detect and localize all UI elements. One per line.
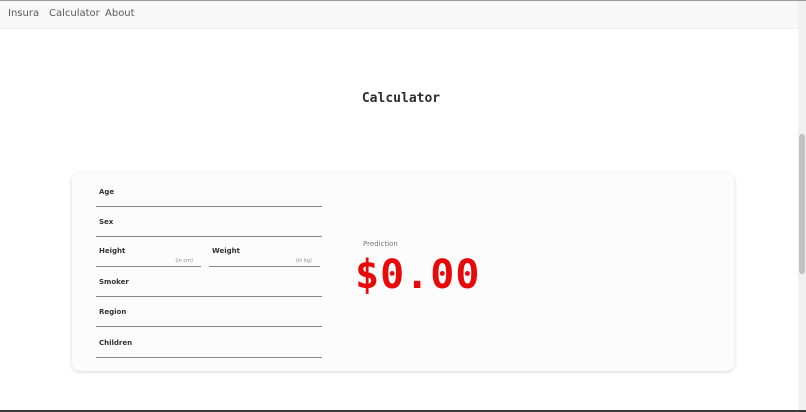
height-field[interactable]: Height (in cm) xyxy=(96,237,201,267)
smoker-field[interactable]: Smoker xyxy=(96,267,322,297)
page-scrollbar[interactable] xyxy=(798,1,806,410)
region-label: Region xyxy=(99,308,127,316)
page-title: Calculator xyxy=(361,91,441,106)
weight-label: Weight xyxy=(212,247,240,255)
region-field[interactable]: Region xyxy=(96,297,322,327)
nav-brand[interactable]: Insura xyxy=(8,8,39,19)
scrollbar-thumb[interactable] xyxy=(799,134,805,274)
navbar: Insura Calculator About xyxy=(0,1,798,29)
sex-label: Sex xyxy=(99,218,114,226)
height-label: Height xyxy=(99,247,126,255)
children-label: Children xyxy=(99,339,133,347)
prediction-value: $0.00 xyxy=(355,252,481,298)
prediction-label: Prediction xyxy=(363,240,398,248)
age-field[interactable]: Age xyxy=(96,177,322,207)
weight-unit-hint: (in kg) xyxy=(295,258,312,264)
nav-item-about[interactable]: About xyxy=(105,8,135,19)
height-unit-hint: (in cm) xyxy=(175,258,193,264)
children-field[interactable]: Children xyxy=(96,328,322,358)
weight-field[interactable]: Weight (in kg) xyxy=(209,237,320,267)
smoker-label: Smoker xyxy=(99,278,129,286)
age-label: Age xyxy=(99,188,115,196)
calculator-card: Age Sex Height (in cm) Weight (in kg) Sm… xyxy=(72,173,734,371)
nav-item-calculator[interactable]: Calculator xyxy=(49,8,100,19)
sex-field[interactable]: Sex xyxy=(96,207,322,237)
